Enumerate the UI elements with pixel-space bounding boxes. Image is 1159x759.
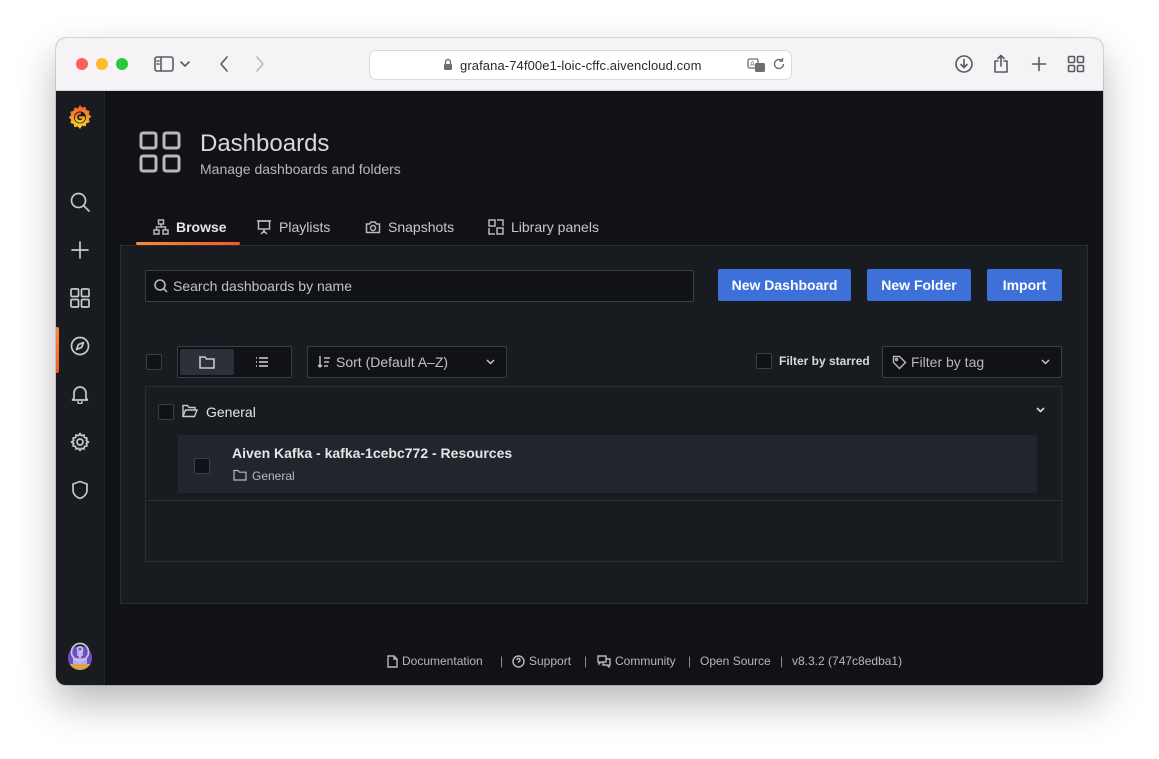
- view-toggle: [177, 346, 292, 378]
- folder-view-button[interactable]: [180, 349, 234, 375]
- library-panels-icon: [488, 219, 504, 235]
- documentation-label: Documentation: [402, 654, 483, 668]
- list-view-button[interactable]: [234, 349, 289, 375]
- dashboard-title[interactable]: Aiven Kafka - kafka-1cebc772 - Resources: [232, 445, 512, 461]
- chevron-down-icon[interactable]: [1036, 407, 1045, 413]
- url-text: grafana-74f00e1-loic-cffc.aivencloud.com: [460, 58, 702, 73]
- create-plus-icon[interactable]: [56, 234, 104, 266]
- footer: Documentation | Support | Community | Op…: [105, 651, 1103, 671]
- grafana-logo-icon[interactable]: [56, 101, 104, 133]
- search-icon: [154, 279, 168, 293]
- tab-browse[interactable]: Browse: [153, 209, 227, 245]
- select-all-checkbox[interactable]: [146, 354, 162, 370]
- open-source-link[interactable]: Open Source: [700, 654, 771, 668]
- sort-select[interactable]: Sort (Default A–Z): [307, 346, 507, 378]
- tab-label: Playlists: [279, 219, 331, 235]
- tab-snapshots[interactable]: Snapshots: [365, 209, 454, 245]
- comments-icon: [597, 654, 611, 668]
- search-results: General Aiven Kafka - kafka-1cebc772 - R…: [145, 386, 1062, 562]
- new-folder-button[interactable]: New Folder: [867, 269, 971, 301]
- support-label: Support: [529, 654, 572, 668]
- download-icon[interactable]: [952, 52, 976, 76]
- folder-icon: [199, 356, 215, 369]
- help-icon[interactable]: [56, 636, 104, 668]
- sort-label: Sort (Default A–Z): [336, 354, 449, 370]
- footer-separator: |: [584, 654, 588, 668]
- dashboard-list-item[interactable]: Aiven Kafka - kafka-1cebc772 - Resources…: [178, 435, 1037, 493]
- sitemap-icon: [153, 219, 169, 235]
- alerting-bell-icon[interactable]: [56, 378, 104, 410]
- filter-starred-checkbox[interactable]: [756, 353, 772, 369]
- configuration-gear-icon[interactable]: [56, 426, 104, 458]
- dashboards-icon[interactable]: [56, 282, 104, 314]
- tab-label: Library panels: [511, 219, 599, 235]
- dashboards-header-icon: [139, 131, 181, 178]
- browse-panel: New Dashboard New Folder Import Sort (De…: [120, 245, 1088, 604]
- footer-separator: |: [780, 654, 784, 668]
- chevron-down-icon: [1041, 359, 1050, 365]
- folder-checkbox[interactable]: [158, 404, 174, 420]
- question-circle-icon: [512, 654, 525, 668]
- browser-toolbar: grafana-74f00e1-loic-cffc.aivencloud.com…: [56, 38, 1103, 91]
- sidebar-toggle-icon[interactable]: [152, 52, 176, 76]
- browser-window: grafana-74f00e1-loic-cffc.aivencloud.com…: [56, 38, 1103, 685]
- chevron-down-icon[interactable]: [178, 52, 192, 76]
- new-tab-icon[interactable]: [1027, 52, 1051, 76]
- import-button[interactable]: Import: [987, 269, 1062, 301]
- open-source-label: Open Source: [700, 654, 771, 668]
- folder-open-icon: [182, 404, 198, 418]
- chevron-down-icon: [486, 359, 495, 365]
- list-icon: [255, 357, 268, 367]
- filter-tag-placeholder: Filter by tag: [911, 354, 985, 370]
- footer-separator: |: [688, 654, 692, 668]
- folder-icon: [233, 469, 247, 481]
- support-link[interactable]: Support: [512, 654, 571, 668]
- footer-separator: |: [500, 654, 504, 668]
- dashboard-location: General: [252, 469, 295, 483]
- zoom-window-button[interactable]: [116, 58, 128, 70]
- share-icon[interactable]: [989, 52, 1013, 76]
- version-info: v8.3.2 (747c8edba1): [792, 654, 902, 668]
- presentation-icon: [257, 220, 271, 235]
- tab-label: Snapshots: [388, 219, 455, 235]
- document-icon: [387, 654, 398, 668]
- server-admin-shield-icon[interactable]: [56, 474, 104, 506]
- tab-library-panels[interactable]: Library panels: [488, 209, 599, 245]
- folder-row[interactable]: General: [146, 387, 1061, 435]
- svg-text:A: A: [750, 60, 755, 68]
- tag-icon: [892, 355, 907, 370]
- address-bar[interactable]: grafana-74f00e1-loic-cffc.aivencloud.com…: [369, 50, 792, 80]
- search-input[interactable]: [173, 271, 673, 301]
- documentation-link[interactable]: Documentation: [387, 654, 483, 668]
- filter-starred-label[interactable]: Filter by starred: [779, 354, 870, 368]
- tab-overview-icon[interactable]: [1064, 52, 1088, 76]
- community-label: Community: [615, 654, 676, 668]
- divider: [146, 500, 1061, 501]
- camera-icon: [365, 221, 381, 234]
- page-title: Dashboards: [200, 130, 330, 157]
- sort-icon: [317, 356, 330, 368]
- side-menu: [56, 91, 105, 685]
- close-window-button[interactable]: [76, 58, 88, 70]
- tab-label: Browse: [176, 219, 227, 235]
- dashboard-checkbox[interactable]: [194, 458, 210, 474]
- search-box[interactable]: [145, 270, 694, 302]
- back-icon[interactable]: [212, 52, 236, 76]
- tab-playlists[interactable]: Playlists: [256, 209, 330, 245]
- search-icon[interactable]: [56, 186, 104, 218]
- main-content: Dashboards Manage dashboards and folders…: [105, 91, 1103, 685]
- filter-by-tag-select[interactable]: Filter by tag: [882, 346, 1062, 378]
- reload-icon[interactable]: [772, 57, 786, 76]
- page-subtitle: Manage dashboards and folders: [200, 161, 401, 177]
- translate-icon[interactable]: A: [747, 57, 767, 78]
- community-link[interactable]: Community: [597, 654, 676, 668]
- folder-name: General: [206, 404, 256, 420]
- explore-compass-icon[interactable]: [56, 330, 104, 362]
- minimize-window-button[interactable]: [96, 58, 108, 70]
- lock-icon: [443, 58, 453, 76]
- version-label: v8.3.2 (747c8edba1): [792, 654, 903, 668]
- forward-icon[interactable]: [248, 52, 272, 76]
- new-dashboard-button[interactable]: New Dashboard: [718, 269, 851, 301]
